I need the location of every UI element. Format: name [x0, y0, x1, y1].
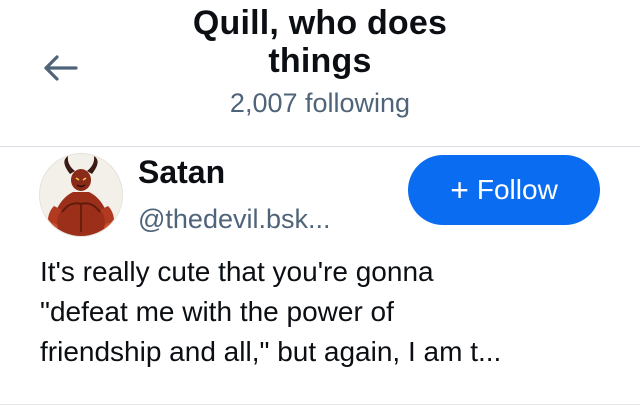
bio-line: friendship and all," but again, I am t..…: [40, 336, 502, 367]
avatar[interactable]: [39, 153, 123, 237]
page-title-line-2: things: [268, 42, 372, 80]
following-list-screen: Quill, who does things 2,007 following S…: [0, 0, 640, 413]
header: Quill, who does things 2,007 following: [0, 0, 640, 146]
bio-line: "defeat me with the power of: [40, 296, 394, 327]
page-title: Quill, who does things: [130, 0, 510, 80]
arrow-left-icon: [44, 55, 78, 81]
follow-button[interactable]: + Follow: [408, 155, 600, 225]
plus-icon: +: [450, 172, 469, 208]
page-title-line-1: Quill, who does: [192, 4, 448, 42]
title-block: Quill, who does things 2,007 following: [130, 0, 510, 118]
user-handle: @thedevil.bsk...: [138, 204, 331, 234]
list-divider: [0, 404, 640, 405]
follow-button-label: Follow: [476, 174, 558, 205]
following-count: 2,007 following: [229, 88, 411, 118]
devil-avatar-icon: [40, 154, 122, 236]
bio-text: It's really cute that you're gonna "defe…: [40, 252, 620, 372]
list-item[interactable]: Satan @thedevil.bsk... + Follow It's rea…: [0, 147, 640, 404]
back-button[interactable]: [36, 46, 84, 90]
bio-line: It's really cute that you're gonna: [40, 256, 434, 287]
display-name: Satan: [138, 154, 226, 190]
